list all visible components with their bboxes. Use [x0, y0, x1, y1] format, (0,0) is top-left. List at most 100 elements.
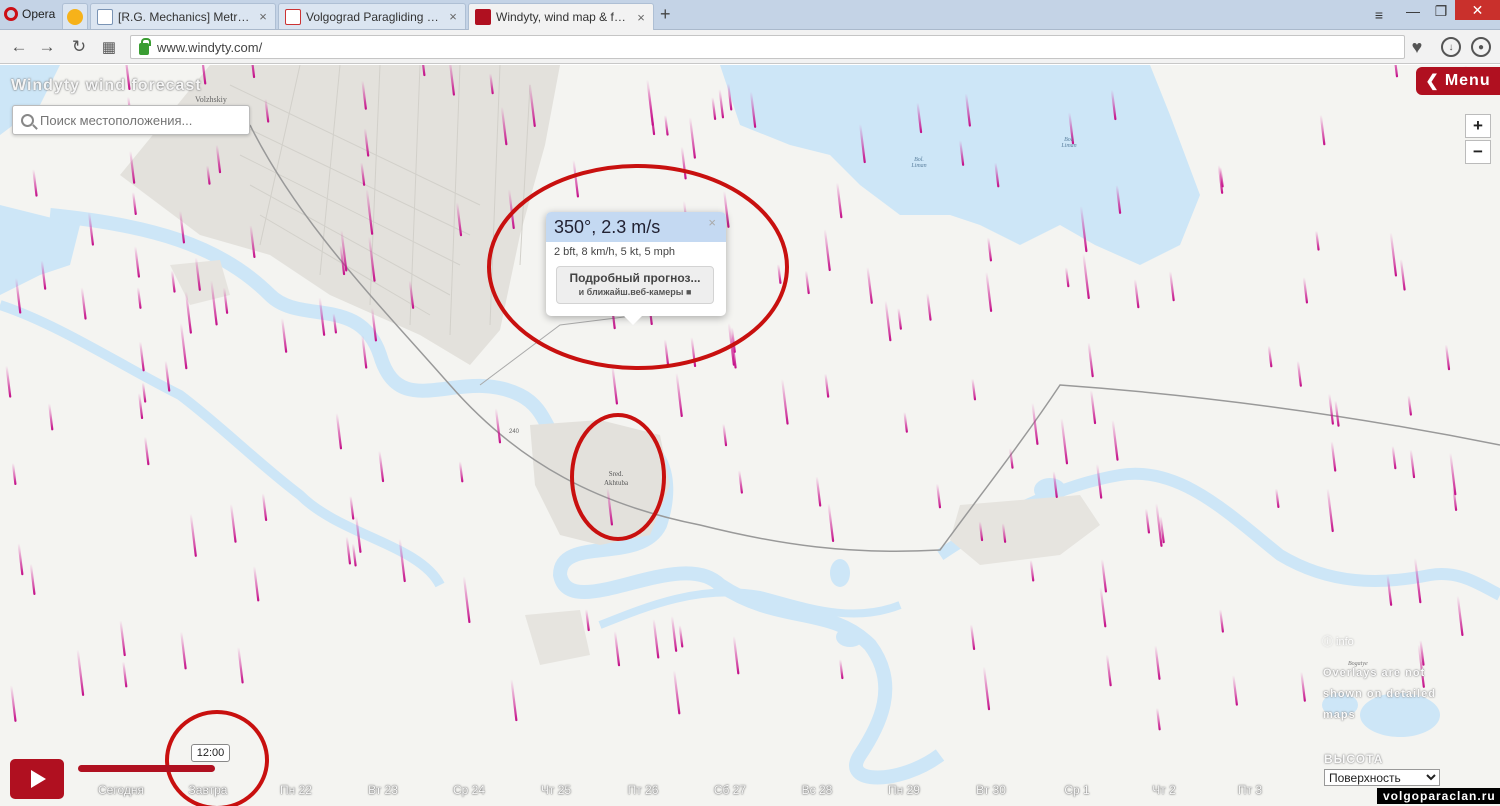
windyty-favicon-icon [475, 9, 491, 25]
timeline-day-label[interactable]: Пт 3 [1210, 783, 1290, 797]
timeline-day-label[interactable]: Вс 28 [777, 783, 857, 797]
wind-particle [1319, 113, 1326, 146]
timeline-day-label[interactable]: Пт 26 [603, 783, 683, 797]
maximize-icon[interactable]: ❐ [1426, 0, 1456, 22]
label-volzhskiy: Volzhskiy [195, 95, 227, 104]
play-button[interactable] [10, 759, 64, 799]
wind-particle [732, 635, 740, 675]
timeline-day-label[interactable]: Пн 29 [864, 783, 944, 797]
timeline-day-label[interactable]: Пн 22 [256, 783, 336, 797]
wind-particle [1456, 594, 1464, 637]
wind-particle [143, 435, 150, 466]
wind-particle [1111, 418, 1119, 461]
tab-menu-icon[interactable]: ≡ [1368, 4, 1390, 26]
timeline-day-label[interactable]: Сегодня [81, 783, 161, 797]
url-text: www.windyty.com/ [157, 39, 263, 55]
wind-particle [139, 340, 145, 372]
account-icon[interactable]: ● [1471, 37, 1491, 57]
timeline-day-label[interactable]: Ср 1 [1037, 783, 1117, 797]
back-arrow-icon[interactable]: ← [8, 36, 30, 58]
wind-particle [1219, 608, 1224, 633]
opera-menu-label: Opera [22, 7, 56, 21]
close-popup-icon[interactable]: × [708, 215, 716, 230]
wind-particle [508, 188, 515, 230]
close-tab-icon[interactable]: × [635, 10, 647, 25]
chevron-left-icon: ❮ [1425, 73, 1440, 90]
wind-particle [572, 158, 580, 198]
height-select[interactable]: Поверхность [1324, 769, 1440, 786]
timeline-day-label[interactable]: Вт 23 [343, 783, 423, 797]
wind-particle [1133, 278, 1140, 309]
wind-particle [164, 359, 171, 392]
close-tab-icon[interactable]: × [447, 9, 459, 24]
reload-icon[interactable]: ↻ [68, 36, 90, 58]
wind-particle [897, 307, 902, 330]
wind-particle [11, 462, 17, 486]
location-search[interactable] [12, 105, 250, 135]
wind-particle [1115, 184, 1122, 214]
info-link[interactable]: ⓘ info [1322, 633, 1354, 649]
wind-particle [17, 542, 24, 576]
time-bubble[interactable]: 12:00 [191, 744, 230, 762]
wind-particle [926, 292, 932, 321]
webcams-label: и ближайш.веб-камеры [578, 287, 684, 297]
windyty-brand-title: Windyty wind forecast [11, 77, 202, 94]
popup-wind-units: 2 bft, 8 km/h, 5 kt, 5 mph [554, 246, 676, 258]
speed-dial-grid-icon[interactable]: ▦ [98, 36, 120, 58]
wind-particle [859, 123, 866, 164]
tab-windyty[interactable]: Windyty, wind map & fore × [468, 3, 654, 30]
wind-particle [261, 492, 268, 521]
tab-pinned[interactable] [62, 3, 88, 29]
wind-particle [345, 535, 352, 565]
timeline-day-label[interactable]: Вт 30 [951, 783, 1031, 797]
detailed-forecast-button[interactable]: Подробный прогноз... и ближайш.веб-камер… [556, 266, 714, 304]
zoom-out-button[interactable]: − [1465, 140, 1491, 164]
wind-particle [839, 658, 844, 680]
wind-particle [318, 296, 326, 336]
wind-particle [179, 209, 186, 244]
tab-paragliding[interactable]: Volgograd Paragliding - M × [278, 3, 466, 29]
wind-particle [1296, 359, 1302, 387]
opera-menu-button[interactable]: Opera [0, 0, 60, 28]
wind-particle [281, 317, 288, 353]
timeline-day-label[interactable]: Ср 24 [429, 783, 509, 797]
wind-particle [194, 256, 201, 291]
label-road-number: 240 [509, 429, 520, 435]
wind-particle [964, 92, 971, 127]
timeline-day-label[interactable]: Чт 25 [516, 783, 596, 797]
location-search-input[interactable] [40, 112, 240, 128]
wind-particle [585, 608, 590, 632]
close-tab-icon[interactable]: × [257, 9, 269, 24]
wind-particle [916, 101, 923, 134]
map-canvas[interactable]: Volzhskiy Bol. Liman Bol. Liman Sred. Ak… [0, 65, 1500, 806]
wind-particle [690, 336, 697, 368]
close-window-icon[interactable]: ✕ [1455, 0, 1500, 20]
menu-button[interactable]: ❮ Menu [1416, 67, 1500, 95]
timeline-progress[interactable] [78, 765, 215, 772]
timeline-day-label[interactable]: Сб 27 [690, 783, 770, 797]
wind-particle [29, 562, 36, 595]
new-tab-button[interactable]: + [660, 4, 671, 25]
wind-particle [727, 82, 733, 111]
wind-particle [1110, 88, 1117, 121]
wind-particle [76, 648, 85, 696]
wind-particle [613, 630, 621, 667]
wind-particle [500, 105, 508, 146]
wind-particle [87, 211, 94, 246]
forward-arrow-icon[interactable]: → [36, 36, 58, 58]
zoom-in-button[interactable]: + [1465, 114, 1491, 138]
wind-particle [170, 269, 176, 293]
wind-info-popup: 350°, 2.3 m/s × 2 bft, 8 km/h, 5 kt, 5 m… [546, 212, 726, 325]
label-lake-2: Bol. Liman [1061, 137, 1077, 149]
wind-particle [688, 116, 696, 159]
minimize-icon[interactable]: — [1398, 0, 1428, 22]
timeline-day-label[interactable]: Чт 2 [1124, 783, 1204, 797]
wind-particle [1330, 440, 1337, 472]
wind-particle [1328, 392, 1334, 425]
url-field[interactable]: www.windyty.com/ [130, 35, 1405, 59]
download-icon[interactable]: ↓ [1441, 37, 1461, 57]
heart-bookmark-icon[interactable]: ♥ [1406, 36, 1428, 58]
tab-metro[interactable]: [R.G. Mechanics] Metro Re × [90, 3, 276, 29]
timeline-day-label[interactable]: Завтра [168, 783, 248, 797]
wind-particle [189, 512, 197, 557]
